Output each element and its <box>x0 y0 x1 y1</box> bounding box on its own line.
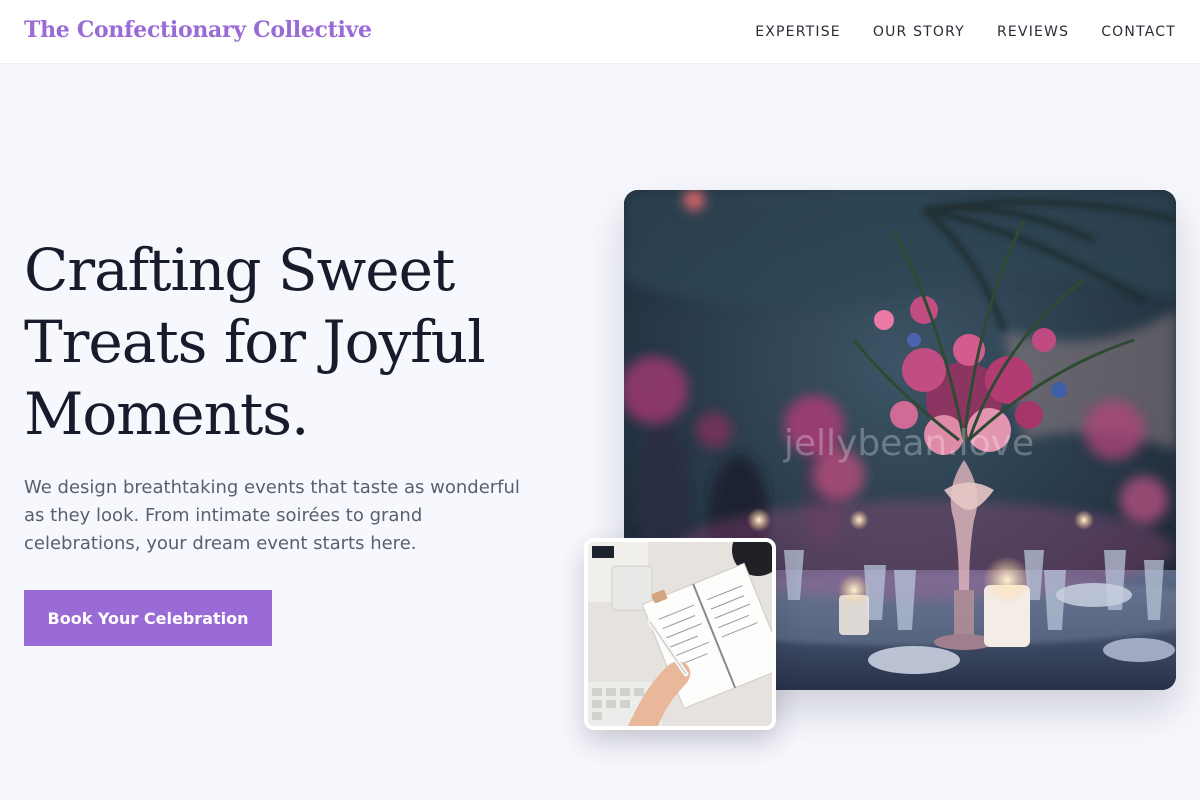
nav-link-reviews[interactable]: REVIEWS <box>997 24 1069 40</box>
planner-photo <box>584 538 776 730</box>
navbar: The Confectionary Collective EXPERTISE O… <box>0 0 1200 64</box>
planner-image <box>588 542 772 726</box>
brand-logo-text[interactable]: The Confectionary Collective <box>24 17 372 43</box>
nav-link-expertise[interactable]: EXPERTISE <box>755 24 841 40</box>
nav-link-our-story[interactable]: OUR STORY <box>873 24 965 40</box>
hero-title: Crafting Sweet Treats for Joyful Moments… <box>24 236 486 448</box>
book-celebration-button[interactable]: Book Your Celebration <box>24 590 272 646</box>
nav-link-contact[interactable]: CONTACT <box>1101 24 1176 40</box>
nav-menu: EXPERTISE OUR STORY REVIEWS CONTACT <box>755 0 1176 64</box>
watermark-text: jellybean.love <box>783 423 1034 464</box>
hero-description: We design breathtaking events that taste… <box>24 477 520 554</box>
